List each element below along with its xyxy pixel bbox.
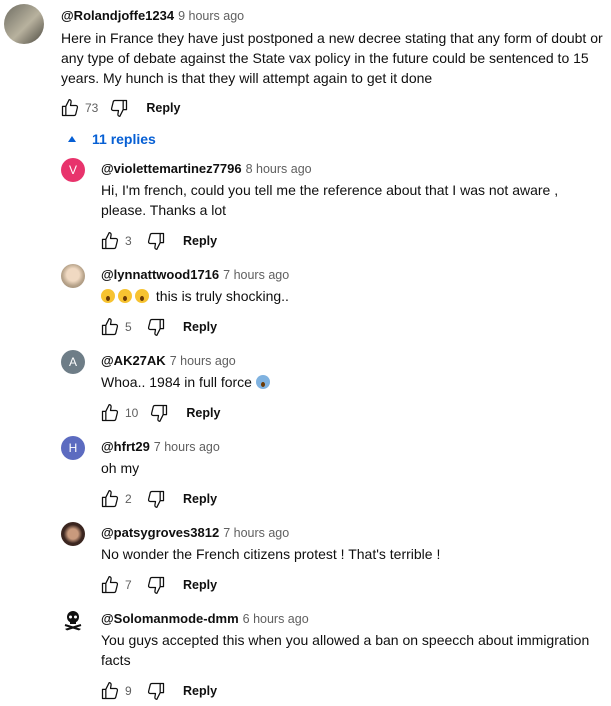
reply-text: Whoa.. 1984 in full force [101, 372, 607, 392]
avatar-letter: H [68, 441, 78, 455]
reply-actions: 9 Reply [99, 679, 217, 703]
reply-text-content: Hi, I'm french, could you tell me the re… [101, 182, 559, 218]
reply-button[interactable]: Reply [183, 234, 217, 248]
reply-timestamp[interactable]: 7 hours ago [170, 354, 236, 368]
thumbs-up-icon[interactable] [99, 402, 121, 424]
reply-text-content: this is truly shocking.. [155, 288, 289, 304]
replies-count-label: 11 replies [92, 131, 156, 147]
reply-button[interactable]: Reply [146, 101, 180, 115]
reply-author[interactable]: @lynnattwood1716 [101, 267, 219, 282]
reply-button[interactable]: Reply [183, 320, 217, 334]
reply-text: You guys accepted this when you allowed … [101, 630, 607, 670]
astonished-face-icon [101, 289, 115, 303]
reply-button[interactable]: Reply [183, 684, 217, 698]
reply-comment: @lynnattwood1716 7 hours ago this is trul… [0, 264, 611, 350]
reply-author[interactable]: @violettemartinez7796 [101, 161, 242, 176]
reply-text-content: Whoa.. 1984 in full force [101, 374, 252, 390]
reply-actions: 7 Reply [99, 573, 217, 597]
reply-timestamp[interactable]: 8 hours ago [246, 162, 312, 176]
avatar[interactable]: H [61, 436, 85, 460]
reply-text: oh my [101, 458, 607, 478]
avatar[interactable] [61, 522, 85, 546]
thumbs-up-icon[interactable] [99, 488, 121, 510]
triangle-up-icon [68, 136, 76, 142]
reply-comment: V @violettemartinez7796 8 hours ago Hi, I'm… [0, 158, 611, 250]
thumbs-up-icon[interactable] [99, 230, 121, 252]
reply-text-content: No wonder the French citizens protest ! … [101, 546, 441, 562]
like-count: 9 [125, 684, 132, 698]
like-count: 5 [125, 320, 132, 334]
thumbs-down-icon[interactable] [145, 230, 167, 252]
reply-author[interactable]: @Solomanmode-dmm [101, 611, 239, 626]
reply-timestamp[interactable]: 7 hours ago [223, 526, 289, 540]
reply-comment: @patsygroves3812 7 hours ago No wonder the… [0, 522, 611, 608]
astonished-face-icon [118, 289, 132, 303]
thumbs-up-icon[interactable] [99, 680, 121, 702]
avatar[interactable]: V [61, 158, 85, 182]
comment-author[interactable]: @Rolandjoffe1234 [61, 8, 174, 23]
reply-button[interactable]: Reply [183, 578, 217, 592]
thumbs-down-icon[interactable] [145, 680, 167, 702]
like-count: 73 [85, 101, 99, 115]
replies-toggle[interactable]: 11 replies [64, 131, 156, 147]
reply-comment: H @hfrt29 7 hours ago oh my 2 Reply [0, 436, 611, 522]
thumbs-down-icon[interactable] [108, 97, 130, 119]
reply-text: Hi, I'm french, could you tell me the re… [101, 180, 607, 220]
reply-button[interactable]: Reply [186, 406, 220, 420]
reply-text-content: You guys accepted this when you allowed … [101, 632, 590, 668]
fearful-face-icon [255, 375, 270, 389]
like-count: 3 [125, 234, 132, 248]
top-comment: @Rolandjoffe1234 9 hours ago Here in Fran… [0, 0, 611, 125]
avatar[interactable] [4, 4, 44, 44]
reply-author[interactable]: @patsygroves3812 [101, 525, 219, 540]
reply-actions: 5 Reply [99, 315, 217, 339]
skull-crossbones-icon [64, 611, 82, 631]
like-count: 7 [125, 578, 132, 592]
like-count: 10 [125, 406, 139, 420]
thumbs-up-icon[interactable] [99, 574, 121, 596]
thumbs-down-icon[interactable] [148, 402, 170, 424]
thumbs-down-icon[interactable] [145, 488, 167, 510]
reply-timestamp[interactable]: 7 hours ago [223, 268, 289, 282]
reply-text-content: oh my [101, 460, 140, 476]
reply-comment: A @AK27AK 7 hours ago Whoa.. 1984 in full f… [0, 350, 611, 436]
avatar[interactable] [61, 608, 85, 632]
reply-comment: @Solomanmode-dmm 6 hours ago You guys acce… [0, 608, 611, 700]
comment-text: Here in France they have just postponed … [61, 30, 603, 86]
astonished-face-icon [135, 289, 149, 303]
comment-timestamp[interactable]: 9 hours ago [178, 9, 244, 23]
reply-actions: 3 Reply [99, 229, 217, 253]
avatar-letter: V [68, 163, 77, 177]
thumbs-up-icon[interactable] [59, 97, 81, 119]
reply-actions: 2 Reply [99, 487, 217, 511]
reply-author[interactable]: @AK27AK [101, 353, 166, 368]
like-count: 2 [125, 492, 132, 506]
thumbs-down-icon[interactable] [145, 574, 167, 596]
avatar[interactable]: A [61, 350, 85, 374]
reply-button[interactable]: Reply [183, 492, 217, 506]
reply-actions: 10 Reply [99, 401, 220, 425]
reply-timestamp[interactable]: 6 hours ago [243, 612, 309, 626]
reply-text: No wonder the French citizens protest ! … [101, 544, 607, 564]
reply-author[interactable]: @hfrt29 [101, 439, 150, 454]
thumbs-up-icon[interactable] [99, 316, 121, 338]
avatar-letter: A [68, 355, 77, 369]
comment-actions: 73 Reply [59, 96, 180, 120]
thumbs-down-icon[interactable] [145, 316, 167, 338]
reply-text: this is truly shocking.. [101, 286, 607, 306]
reply-timestamp[interactable]: 7 hours ago [154, 440, 220, 454]
avatar[interactable] [61, 264, 85, 288]
